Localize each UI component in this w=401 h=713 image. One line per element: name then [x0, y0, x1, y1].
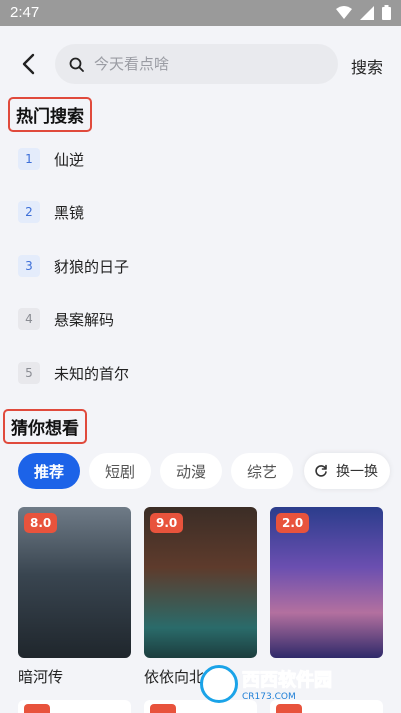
score-badge: 8.0: [24, 513, 58, 533]
hot-search-item[interactable]: 2 黑镜: [18, 199, 84, 225]
rank-badge: 2: [18, 201, 40, 223]
tab-recommend[interactable]: 推荐: [18, 453, 81, 489]
refresh-button[interactable]: 换一换: [304, 453, 390, 489]
signal-icon: [360, 5, 374, 20]
search-input[interactable]: [94, 55, 314, 73]
watermark-url: CR173.COM: [242, 692, 296, 702]
hot-search-text: 仙逆: [54, 150, 85, 169]
poster-image: 8.0: [18, 507, 131, 658]
watermark-icon: [200, 665, 238, 703]
score-badge: 2.0: [276, 513, 310, 533]
search-header: 搜索: [0, 40, 401, 88]
watermark-text: 西西软件园: [242, 670, 333, 692]
tab-short-drama[interactable]: 短剧: [89, 453, 152, 489]
back-arrow-icon: [22, 53, 35, 75]
score-badge: [24, 704, 50, 713]
video-card[interactable]: 2.0: [270, 507, 383, 666]
watermark-logo: 西西软件园 CR173.COM: [200, 664, 388, 704]
hot-search-item[interactable]: 4 悬案解码: [18, 306, 114, 332]
refresh-label: 换一换: [336, 464, 378, 480]
score-badge: [150, 704, 176, 713]
refresh-icon: [315, 464, 327, 477]
poster-image: 9.0: [144, 507, 257, 658]
battery-icon: [382, 5, 391, 20]
video-card-partial[interactable]: [18, 700, 131, 713]
tab-anime[interactable]: 动漫: [160, 453, 223, 489]
hot-search-text: 未知的首尔: [54, 364, 130, 383]
hot-search-item[interactable]: 1 仙逆: [18, 146, 84, 172]
guess-title: 猜你想看: [3, 409, 87, 444]
back-button[interactable]: [14, 50, 42, 78]
video-card[interactable]: 8.0 暗河传: [18, 507, 131, 687]
score-badge: 9.0: [150, 513, 184, 533]
status-icons: [336, 5, 391, 20]
video-card[interactable]: 9.0 依依向北风: [144, 507, 257, 687]
hot-search-item[interactable]: 5 未知的首尔: [18, 360, 129, 386]
status-bar: 2:47: [0, 0, 401, 26]
wifi-icon: [336, 5, 352, 19]
hot-search-item[interactable]: 3 豺狼的日子: [18, 253, 129, 279]
rank-badge: 5: [18, 362, 40, 384]
search-icon: [69, 57, 84, 72]
search-button[interactable]: 搜索: [351, 54, 383, 78]
hot-search-text: 黑镜: [54, 203, 85, 222]
hot-search-title: 热门搜索: [8, 97, 92, 132]
rank-badge: 3: [18, 255, 40, 277]
category-tabs: 推荐 短剧 动漫 综艺: [18, 453, 294, 489]
status-time: 2:47: [10, 4, 40, 21]
search-box[interactable]: [55, 44, 338, 84]
rank-badge: 4: [18, 308, 40, 330]
hot-search-text: 豺狼的日子: [54, 257, 130, 276]
tab-variety[interactable]: 综艺: [231, 453, 294, 489]
hot-search-text: 悬案解码: [54, 310, 115, 329]
poster-image: 2.0: [270, 507, 383, 658]
score-badge: [276, 704, 302, 713]
rank-badge: 1: [18, 148, 40, 170]
video-title: 暗河传: [18, 668, 64, 686]
